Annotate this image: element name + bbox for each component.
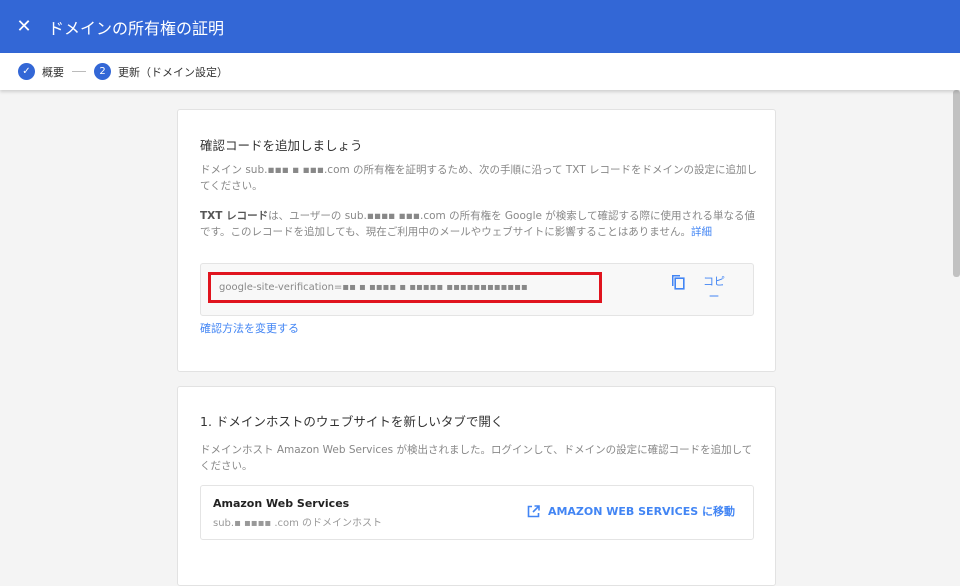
- step-overview[interactable]: 概要: [42, 64, 64, 80]
- host-description: ドメインホスト Amazon Web Services が検出されました。ログイ…: [200, 444, 753, 472]
- domain-host-card: 1. ドメインホストのウェブサイトを新しいタブで開く ドメインホスト Amazo…: [177, 386, 776, 586]
- txt-record-label: TXT レコード: [200, 210, 269, 222]
- txt-description: TXT レコードは、ユーザーの sub.▪▪▪▪ ▪▪▪.com の所有権を G…: [200, 208, 760, 240]
- code-box: google-site-verification=▪▪ ▪ ▪▪▪▪ ▪ ▪▪▪…: [200, 263, 754, 316]
- step-title: 1. ドメインホストのウェブサイトを新しいタブで開く: [200, 414, 504, 429]
- stepper: ✓ 概要 2 更新（ドメイン設定）: [0, 53, 960, 90]
- close-icon[interactable]: ✕: [0, 16, 48, 37]
- page-title: ドメインの所有権の証明: [48, 18, 225, 38]
- step-divider: [72, 71, 86, 72]
- app-header: ✕ ドメインの所有権の証明: [0, 0, 960, 53]
- go-to-aws-button[interactable]: AMAZON WEB SERVICES に移動: [527, 503, 735, 519]
- scrollbar[interactable]: [953, 90, 960, 277]
- step-number: 2: [94, 63, 111, 80]
- card-title: 確認コードを追加しましょう: [200, 138, 363, 153]
- txt-desc-text: は、ユーザーの sub.▪▪▪▪ ▪▪▪.com の所有権を Google が検…: [200, 210, 755, 238]
- go-to-aws-label: AMAZON WEB SERVICES に移動: [547, 505, 735, 518]
- details-link[interactable]: 詳細: [691, 226, 712, 238]
- copy-button[interactable]: コピー: [703, 274, 725, 304]
- step-update[interactable]: 更新（ドメイン設定）: [118, 64, 228, 80]
- open-in-new-icon: [527, 504, 540, 517]
- copy-icon[interactable]: [671, 274, 685, 290]
- verification-code[interactable]: google-site-verification=▪▪ ▪ ▪▪▪▪ ▪ ▪▪▪…: [208, 272, 602, 303]
- intro-text: ドメイン sub.▪▪▪ ▪ ▪▪▪.com の所有権を証明するため、次の手順に…: [200, 164, 758, 192]
- verification-code-card: 確認コードを追加しましょう ドメイン sub.▪▪▪ ▪ ▪▪▪.com の所有…: [177, 109, 776, 372]
- check-icon: ✓: [18, 63, 35, 80]
- host-domain: sub.▪ ▪▪▪▪ .com のドメインホスト: [213, 518, 383, 529]
- host-row: Amazon Web Services sub.▪ ▪▪▪▪ .com のドメイ…: [200, 485, 754, 540]
- host-name: Amazon Web Services: [213, 497, 350, 510]
- change-method-link[interactable]: 確認方法を変更する: [200, 321, 760, 337]
